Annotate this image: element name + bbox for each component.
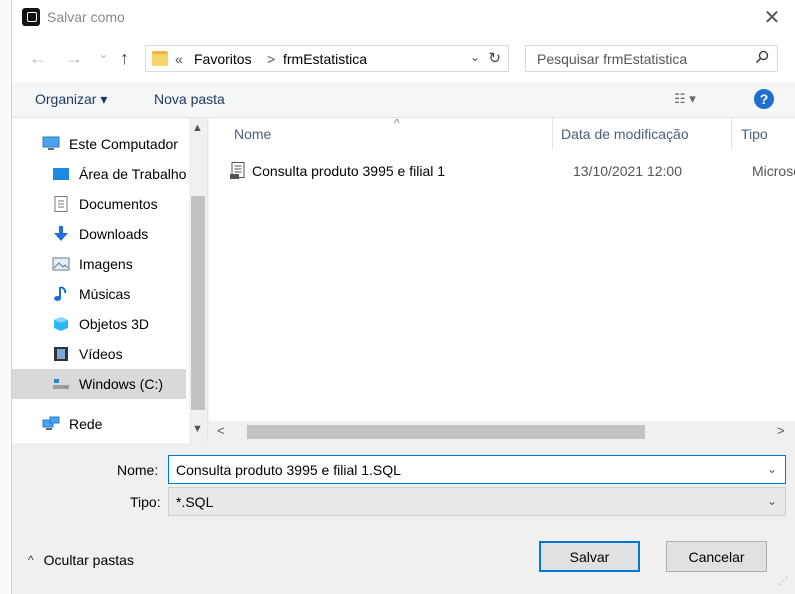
sidebar-item-windows-c[interactable]: Windows (C:): [12, 369, 186, 399]
file-type: Microso: [752, 163, 795, 179]
chevron-down-icon[interactable]: ⌄: [767, 494, 777, 508]
forward-button[interactable]: →: [65, 48, 83, 69]
sidebar-item-imagens[interactable]: Imagens: [12, 249, 186, 279]
chevron-down-icon[interactable]: ⌄: [767, 462, 777, 476]
breadcrumb-overflow[interactable]: «: [175, 51, 183, 67]
column-header-type[interactable]: Tipo: [741, 126, 768, 142]
filename-label: Nome:: [117, 462, 159, 478]
command-toolbar: Organizar ▾ Nova pasta ☷ ▾ ?: [12, 82, 795, 118]
column-divider[interactable]: [731, 118, 732, 150]
search-box: [525, 45, 778, 72]
computer-icon: [42, 136, 60, 152]
scroll-left-arrow-icon[interactable]: <: [217, 423, 225, 438]
window-title: Salvar como: [47, 9, 125, 25]
horizontal-scrollbar[interactable]: < >: [209, 421, 795, 443]
hide-folders-label: Ocultar pastas: [43, 552, 134, 568]
address-row: ← → ⌄ ↑ « Favoritos > frmEstatistica ⌄ ↻: [12, 34, 795, 82]
file-row[interactable]: Consulta produto 3995 e filial 1 13/10/2…: [230, 158, 795, 186]
sidebar-item-label: Rede: [69, 416, 103, 432]
scroll-up-arrow-icon[interactable]: ▲: [192, 122, 203, 134]
scroll-down-arrow-icon[interactable]: ▼: [192, 423, 203, 435]
sidebar-item-label: Documentos: [79, 196, 158, 212]
navigation-pane: Este Computador Área de Trabalho Documen…: [12, 118, 208, 443]
search-input[interactable]: [527, 47, 747, 70]
column-divider[interactable]: [552, 118, 553, 150]
breadcrumb-separator[interactable]: >: [267, 51, 275, 67]
breadcrumb-frmestatistica[interactable]: frmEstatistica: [283, 51, 367, 67]
sidebar-item-rede[interactable]: Rede: [12, 409, 186, 439]
sidebar-item-label: Músicas: [79, 286, 131, 302]
sidebar-item-label: Área de Trabalho: [79, 166, 186, 182]
sidebar-item-label: Windows (C:): [79, 376, 164, 392]
filetype-label: Tipo:: [130, 494, 161, 510]
refresh-button[interactable]: ↻: [488, 49, 501, 67]
desktop-icon: [52, 166, 70, 182]
sidebar-item-label: Este Computador: [69, 136, 178, 152]
folder-icon: [152, 51, 168, 66]
videos-icon: [52, 346, 70, 362]
downloads-icon: [52, 226, 70, 242]
hide-folders-toggle[interactable]: ^ Ocultar pastas: [28, 552, 134, 568]
breadcrumb-favoritos[interactable]: Favoritos: [194, 51, 252, 67]
app-icon: [22, 8, 40, 26]
objects3d-icon: [52, 316, 70, 332]
save-as-dialog: Salvar como ✕ ← → ⌄ ↑ « Favoritos > frmE…: [12, 0, 795, 594]
sidebar-item-label: Objetos 3D: [79, 316, 150, 332]
sidebar-item-area-de-trabalho[interactable]: Área de Trabalho: [12, 159, 186, 189]
sidebar-item-videos[interactable]: Vídeos: [12, 339, 186, 369]
sidebar-item-objetos-3d[interactable]: Objetos 3D: [12, 309, 186, 339]
filename-combobox: ⌄: [168, 455, 786, 484]
sidebar-item-este-computador[interactable]: Este Computador: [12, 129, 186, 159]
pictures-icon: [52, 256, 70, 272]
file-list: Nome ^ Data de modificação Tipo Consulta…: [209, 116, 795, 443]
drive-icon: [52, 376, 70, 392]
scrollbar-thumb[interactable]: [191, 196, 205, 410]
file-name: Consulta produto 3995 e filial 1: [252, 163, 446, 179]
file-modified: 13/10/2021 12:00: [573, 163, 682, 179]
network-icon: [42, 416, 60, 432]
documents-icon: [52, 196, 70, 212]
scroll-right-arrow-icon[interactable]: >: [777, 423, 785, 438]
back-button[interactable]: ←: [29, 48, 47, 69]
sidebar-item-downloads[interactable]: Downloads: [12, 219, 186, 249]
close-icon: ✕: [763, 6, 781, 29]
help-icon[interactable]: ?: [754, 89, 774, 109]
title-bar: Salvar como ✕: [12, 0, 795, 34]
column-header-modified[interactable]: Data de modificação: [561, 126, 689, 142]
filetype-select[interactable]: *.SQL ⌄: [168, 487, 786, 516]
filetype-value: *.SQL: [176, 494, 214, 510]
recent-locations-button[interactable]: ⌄: [98, 46, 109, 62]
sql-file-icon: [230, 162, 246, 183]
sidebar-item-label: Imagens: [79, 256, 133, 272]
new-folder-button[interactable]: Nova pasta: [154, 91, 225, 107]
navigation-scrollbar[interactable]: ▲ ▼: [189, 118, 207, 443]
search-icon[interactable]: [755, 50, 769, 67]
up-button[interactable]: ↑: [120, 48, 129, 69]
sidebar-item-label: Vídeos: [79, 346, 123, 362]
close-button[interactable]: ✕: [749, 0, 795, 34]
sidebar-item-musicas[interactable]: Músicas: [12, 279, 186, 309]
resize-grip-icon[interactable]: ⋰: [778, 576, 788, 587]
cancel-button[interactable]: Cancelar: [666, 541, 767, 572]
filename-input[interactable]: [170, 457, 750, 482]
save-button[interactable]: Salvar: [539, 541, 640, 572]
sidebar-item-label: Downloads: [79, 226, 149, 242]
address-bar[interactable]: « Favoritos > frmEstatistica ⌄ ↻: [145, 45, 509, 72]
music-icon: [52, 286, 70, 302]
background-window-edge: [0, 0, 12, 594]
sort-ascending-icon: ^: [394, 116, 400, 130]
organize-button[interactable]: Organizar ▾: [35, 91, 107, 108]
column-header-name[interactable]: Nome: [234, 126, 271, 142]
sidebar-item-documentos[interactable]: Documentos: [12, 189, 186, 219]
address-dropdown-button[interactable]: ⌄: [470, 50, 480, 64]
scrollbar-thumb[interactable]: [247, 425, 645, 439]
view-options-button[interactable]: ☷ ▾: [674, 91, 696, 107]
chevron-up-icon: ^: [28, 553, 34, 567]
